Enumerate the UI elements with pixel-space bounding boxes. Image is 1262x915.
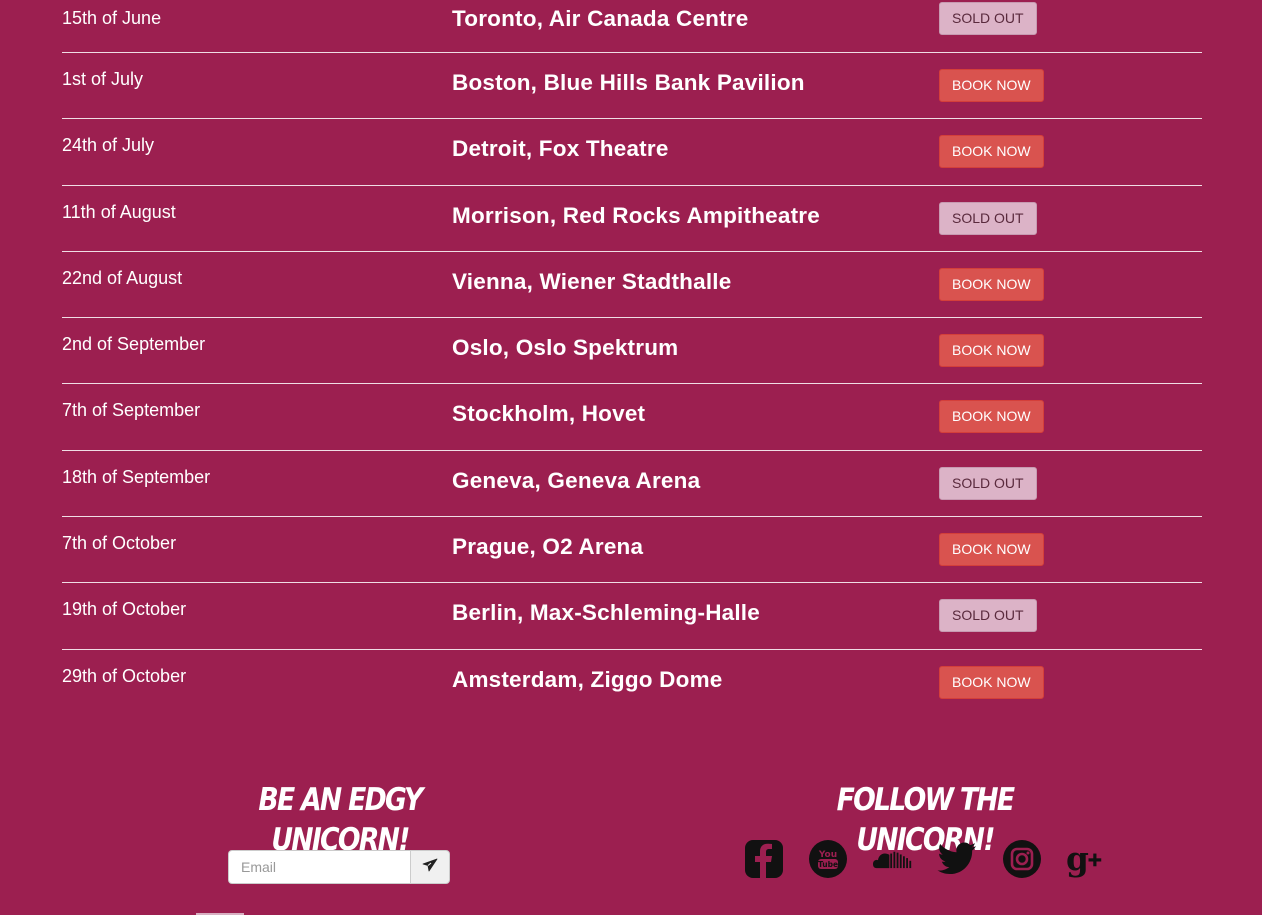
sold-out-button[interactable]: SOLD OUT <box>939 466 1037 500</box>
tour-row: 19th of October Berlin, Max-Schleming-Ha… <box>62 583 1202 650</box>
tour-date: 24th of July <box>62 135 155 156</box>
newsletter-heading: BE AN EDGY UNICORN! <box>258 782 423 858</box>
svg-text:You: You <box>818 850 837 860</box>
sold-out-button[interactable]: SOLD OUT <box>939 201 1037 235</box>
tour-date: 18th of September <box>62 466 211 487</box>
tour-row: 24th of July Detroit, Fox Theatre BOOK N… <box>62 119 1202 186</box>
svg-text:g: g <box>1066 839 1089 878</box>
tour-venue: Geneva, Geneva Arena <box>452 467 701 493</box>
tour-date: 29th of October <box>62 665 187 686</box>
tour-date: 7th of October <box>62 533 177 554</box>
tour-row: 29th of October Amsterdam, Ziggo Dome BO… <box>62 650 1202 716</box>
tour-row: 2nd of September Oslo, Oslo Spektrum BOO… <box>62 318 1202 385</box>
tour-venue: Berlin, Max-Schleming-Halle <box>452 600 760 626</box>
svg-text:Tube: Tube <box>818 860 838 869</box>
tour-date: 15th of June <box>62 8 162 28</box>
tour-venue: Vienna, Wiener Stadthalle <box>452 268 732 294</box>
tour-venue: Toronto, Air Canada Centre <box>452 6 749 31</box>
tour-venue: Detroit, Fox Theatre <box>452 136 669 162</box>
send-button[interactable] <box>410 850 450 884</box>
tour-date: 22nd of August <box>62 267 183 288</box>
youtube-icon[interactable]: You Tube <box>808 838 848 880</box>
email-input[interactable] <box>228 850 410 884</box>
book-now-button[interactable]: BOOK NOW <box>939 135 1044 169</box>
tour-venue: Amsterdam, Ziggo Dome <box>452 666 723 692</box>
tour-row: 7th of September Stockholm, Hovet BOOK N… <box>62 384 1202 451</box>
tour-row: 1st of July Boston, Blue Hills Bank Pavi… <box>62 53 1202 120</box>
tour-date: 7th of September <box>62 400 201 421</box>
tour-venue: Prague, O2 Arena <box>452 534 644 560</box>
tour-row: 15th of June Toronto, Air Canada Centre … <box>62 0 1202 53</box>
social-links: You Tube g <box>744 838 1106 880</box>
tour-row: 7th of October Prague, O2 Arena BOOK NOW <box>62 517 1202 584</box>
tour-row: 22nd of August Vienna, Wiener Stadthalle… <box>62 252 1202 319</box>
tour-row: 11th of August Morrison, Red Rocks Ampit… <box>62 186 1202 252</box>
tour-dates-list: 15th of June Toronto, Air Canada Centre … <box>62 0 1202 716</box>
tour-date: 11th of August <box>62 201 176 222</box>
social-section: FOLLOW THE UNICORN! You Tube g <box>744 780 1106 878</box>
book-now-button[interactable]: BOOK NOW <box>939 69 1044 102</box>
twitter-icon[interactable] <box>937 838 977 880</box>
tour-date: 2nd of September <box>62 334 206 355</box>
sold-out-button[interactable]: SOLD OUT <box>939 2 1037 35</box>
facebook-icon[interactable] <box>744 838 784 880</box>
tour-date: 1st of July <box>62 69 144 89</box>
soundcloud-icon[interactable] <box>872 838 913 880</box>
tour-venue: Boston, Blue Hills Bank Pavilion <box>452 70 805 95</box>
newsletter-form <box>228 850 450 884</box>
tour-venue: Stockholm, Hovet <box>452 401 646 427</box>
book-now-button[interactable]: BOOK NOW <box>939 267 1044 301</box>
footer: BE AN EDGY UNICORN! Sign up for our news… <box>0 770 1262 915</box>
sold-out-button[interactable]: SOLD OUT <box>939 599 1037 633</box>
book-now-button[interactable]: BOOK NOW <box>939 533 1044 567</box>
newsletter-section: BE AN EDGY UNICORN! Sign up for our news… <box>170 780 510 884</box>
paper-plane-icon <box>422 858 438 877</box>
tour-venue: Oslo, Oslo Spektrum <box>452 335 679 361</box>
book-now-button[interactable]: BOOK NOW <box>939 334 1044 368</box>
tour-venue: Morrison, Red Rocks Ampitheatre <box>452 202 820 228</box>
tour-row: 18th of September Geneva, Geneva Arena S… <box>62 451 1202 518</box>
tour-page: 15th of June Toronto, Air Canada Centre … <box>0 0 1262 915</box>
book-now-button[interactable]: BOOK NOW <box>939 400 1044 434</box>
book-now-button[interactable]: BOOK NOW <box>939 665 1044 699</box>
tour-date: 19th of October <box>62 599 187 620</box>
google-plus-icon[interactable]: g <box>1066 838 1106 880</box>
instagram-icon[interactable] <box>1002 838 1042 880</box>
